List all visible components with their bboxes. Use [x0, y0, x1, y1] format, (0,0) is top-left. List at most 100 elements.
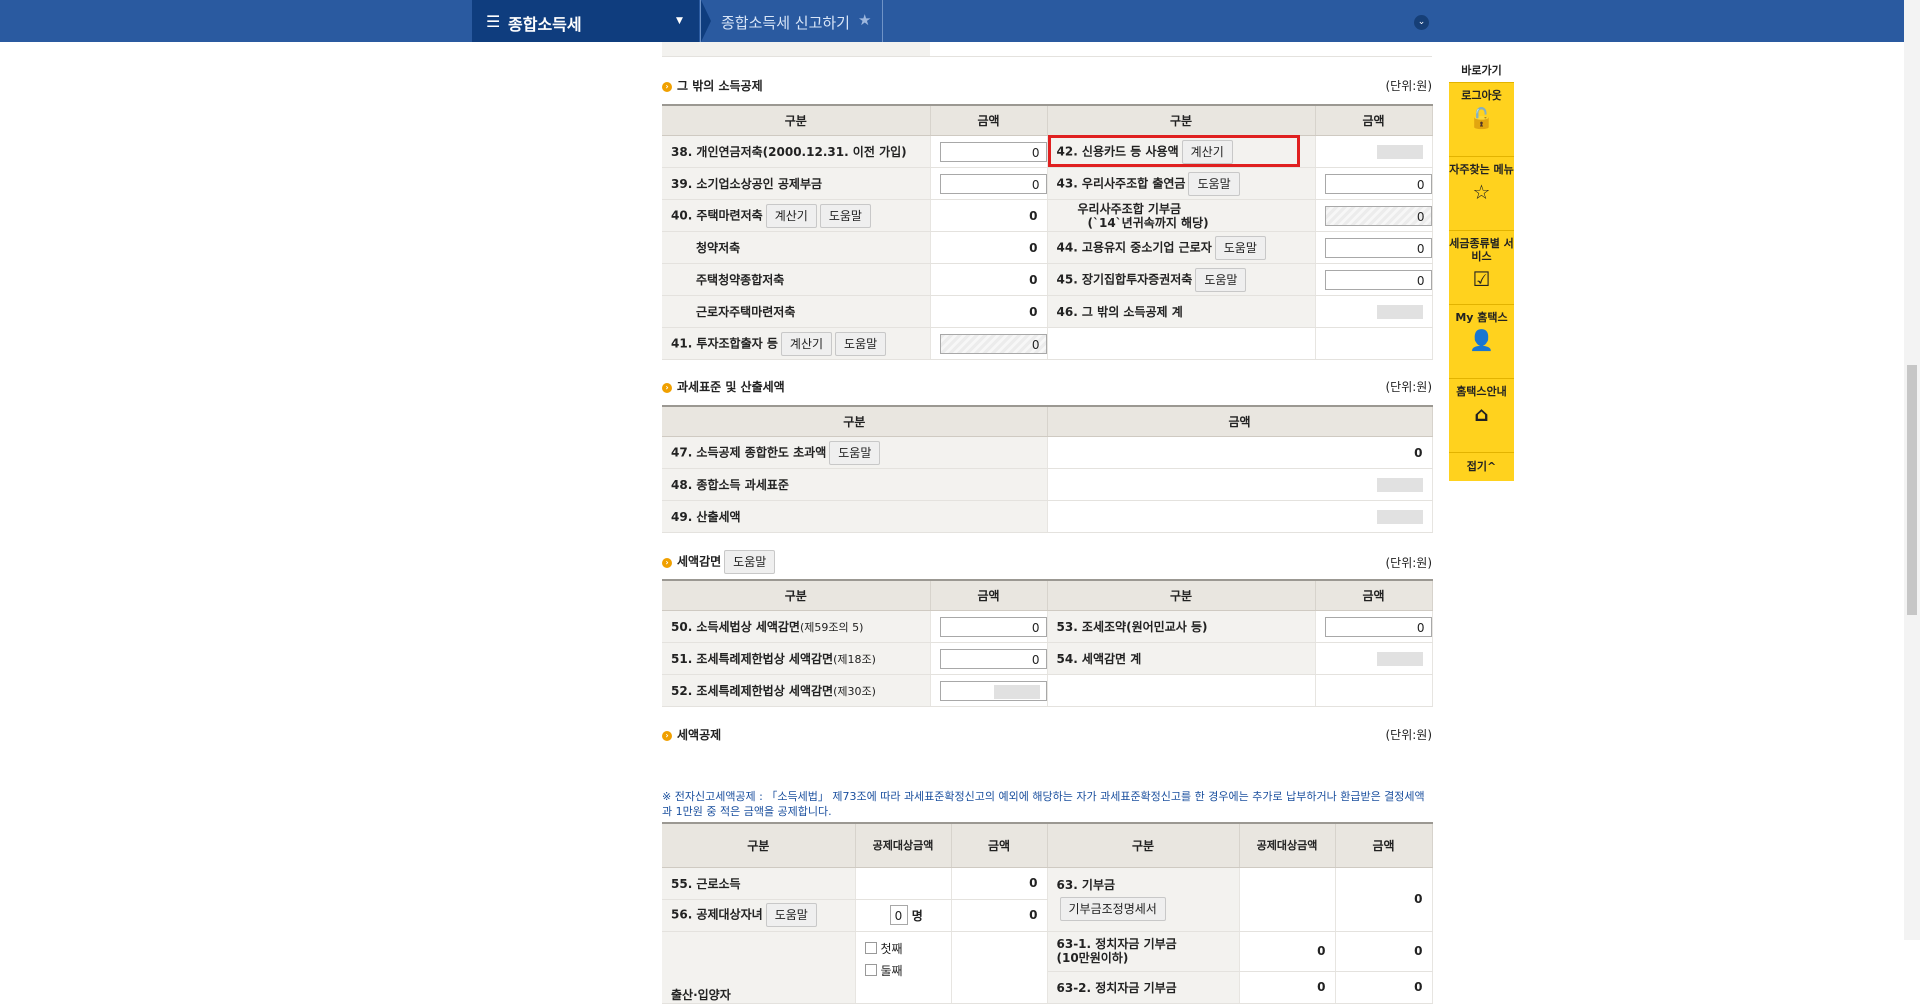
- row-43-help-button[interactable]: 도움말: [1188, 171, 1240, 196]
- row-50-label: 50. 소득세법상 세액감면: [671, 620, 800, 634]
- income-tax-reduction-input[interactable]: 0: [939, 616, 1047, 637]
- row-46-label: 46. 그 밖의 소득공제 계: [1047, 295, 1316, 328]
- row-41-label: 41. 투자조합출자 등: [671, 336, 778, 350]
- employment-sme-input[interactable]: 0: [1324, 237, 1432, 258]
- row-44-help-button[interactable]: 도움말: [1214, 235, 1266, 260]
- tax-reduction-help-button[interactable]: 도움말: [724, 550, 776, 574]
- star-icon: ☆: [1472, 180, 1491, 204]
- tax-reduction-total: [1376, 651, 1423, 666]
- row-41-help-button[interactable]: 도움말: [835, 331, 887, 356]
- tax-base-amount: [1376, 477, 1423, 492]
- favorite-star-icon[interactable]: ★: [858, 11, 871, 29]
- row-63-2-label: 63-2. 정치자금 기부금: [1047, 971, 1240, 1004]
- row-56-label: 56. 공제대상자녀: [671, 907, 763, 922]
- row-41-calculator-button[interactable]: 계산기: [780, 331, 833, 356]
- row-54-label: 54. 세액감면 계: [1047, 642, 1316, 675]
- electronic-filing-note: ※ 전자신고세액공제 : 「소득세법」 제73조에 따라 과세표준확정신고의 예…: [662, 790, 1425, 818]
- row-63-label: 63. 기부금: [1056, 877, 1116, 892]
- row-subscription-label: 청약저축: [662, 231, 931, 264]
- credit-card-amount: [1376, 144, 1423, 159]
- row-51-label: 51. 조세특례제한법상 세액감면: [671, 652, 834, 666]
- row-40-amount: 0: [930, 199, 1048, 232]
- unlock-icon: 🔓: [1469, 106, 1494, 130]
- quick-links-title: 바로가기: [1461, 64, 1502, 77]
- section-title-other-deductions: › 그 밖의 소득공제: [662, 77, 763, 94]
- section-title-tax-base: › 과세표준 및 산출세액: [662, 378, 785, 395]
- small-business-input[interactable]: 0: [939, 173, 1047, 194]
- row-57-label: 출산·입양자: [662, 931, 856, 1004]
- row-52-label: 52. 조세특례제한법상 세액감면: [671, 684, 834, 698]
- tax-credit-table: 구분 공제대상금액 금액 구분 공제대상금액 금액 55. 근로소득 0 63. 기부금 기…: [662, 822, 1433, 1004]
- logout-link[interactable]: 로그아웃 🔓: [1449, 82, 1514, 156]
- row-housing-subscription-label: 주택청약종합저축: [662, 263, 931, 296]
- stock-donation-label: 우리사주조합 기부금: [1077, 201, 1182, 216]
- row-63-amount: 0: [1335, 867, 1433, 932]
- row-43-label: 43. 우리사주조합 출연금: [1056, 176, 1186, 190]
- row-44-label: 44. 고용유지 중소기업 근로자: [1056, 240, 1212, 254]
- first-child-checkbox[interactable]: [864, 941, 877, 954]
- row-47-label: 47. 소득공제 종합한도 초과액: [671, 445, 827, 459]
- personal-pension-input[interactable]: 0: [939, 141, 1047, 162]
- scrollbar[interactable]: [1904, 0, 1920, 940]
- unit-label: (단위:원): [1385, 728, 1432, 742]
- hometax-guide-link[interactable]: 홈택스안내 ⌂: [1449, 378, 1514, 452]
- row-56-help-button[interactable]: 도움말: [765, 903, 817, 927]
- second-child-checkbox[interactable]: [864, 963, 877, 976]
- other-deduction-total: [1376, 304, 1423, 319]
- row-40-help-button[interactable]: 도움말: [819, 203, 871, 228]
- row-47-help-button[interactable]: 도움말: [829, 440, 881, 465]
- row-40-calculator-button[interactable]: 계산기: [765, 203, 817, 228]
- person-icon: 👤: [1469, 328, 1494, 352]
- breadcrumb: 종합소득세 신고하기 ★: [700, 0, 883, 42]
- row-45-help-button[interactable]: 도움말: [1195, 267, 1247, 292]
- row-48-label: 48. 종합소득 과세표준: [662, 468, 1048, 501]
- home-icon: ⌂: [1474, 402, 1489, 426]
- row-63-1-label: 63-1. 정치자금 기부금: [1056, 937, 1177, 951]
- row-53-label: 53. 조세조약(원어민교사 등): [1047, 610, 1316, 643]
- fold-button[interactable]: 접기^: [1449, 452, 1514, 481]
- section-title-tax-reduction: › 세액감면 도움말: [662, 550, 776, 574]
- donation-statement-button[interactable]: 기부금조정명세서: [1059, 896, 1166, 921]
- checkbox-icon: ☑: [1472, 267, 1491, 291]
- unit-label: (단위:원): [1385, 79, 1432, 93]
- row-49-label: 49. 산출세액: [662, 500, 1048, 533]
- stock-donation-input: 0: [1324, 205, 1432, 226]
- tax-base-table: 구분 금액 47. 소득공제 종합한도 초과액 도움말 0 48. 종합소득 과세표…: [662, 405, 1433, 533]
- tax-reduction-table: 구분 금액 구분 금액 50. 소득세법상 세액감면(제59조의 5) 0 53. 조…: [662, 579, 1433, 707]
- row-38-label: 38. 개인연금저축(2000.12.31. 이전 가입): [662, 135, 931, 168]
- row-housing-subscription-amount: 0: [930, 263, 1048, 296]
- row-subscription-amount: 0: [930, 231, 1048, 264]
- favorite-menu-link[interactable]: 자주찾는 메뉴 ☆: [1449, 156, 1514, 230]
- calculated-tax-amount: [1376, 509, 1423, 524]
- unit-label: (단위:원): [1385, 556, 1432, 570]
- main-menu[interactable]: ☰ 종합소득세 ▼: [472, 0, 699, 42]
- my-hometax-link[interactable]: My 홈택스 👤: [1449, 304, 1514, 378]
- tax-treaty-input[interactable]: 0: [1324, 616, 1432, 637]
- row-40-label: 40. 주택마련저축: [671, 208, 763, 222]
- special-reduction-18-input[interactable]: 0: [939, 648, 1047, 669]
- child-count-input[interactable]: 0: [889, 905, 908, 925]
- breadcrumb-current[interactable]: 종합소득세 신고하기: [721, 12, 850, 33]
- top-navigation-bar: ☰ 종합소득세 ▼ 종합소득세 신고하기 ★ ⌄: [0, 0, 1904, 42]
- row-55-amount: 0: [951, 867, 1048, 900]
- dropdown-arrow-icon[interactable]: ▼: [676, 16, 683, 26]
- row-47-amount: 0: [1047, 436, 1433, 469]
- stock-donation-note: (`14`년귀속까지 해당): [1087, 215, 1209, 230]
- row-39-label: 39. 소기업소상공인 공제부금: [662, 167, 931, 200]
- hamburger-icon[interactable]: ☰: [486, 12, 500, 31]
- expand-chevron-icon[interactable]: ⌄: [1414, 15, 1429, 30]
- employee-stock-input[interactable]: 0: [1324, 173, 1432, 194]
- investment-union-input: 0: [939, 333, 1047, 354]
- row-56-amount: 0: [951, 899, 1048, 932]
- row-worker-housing-label: 근로자주택마련저축: [662, 295, 931, 328]
- quick-links-panel: 바로가기 로그아웃 🔓 자주찾는 메뉴 ☆ 세금종류별 서비스 ☑ My 홈택스 👤 홈…: [1449, 60, 1514, 481]
- long-term-fund-input[interactable]: 0: [1324, 269, 1432, 290]
- unit-label: (단위:원): [1385, 380, 1432, 394]
- scrollbar-thumb[interactable]: [1907, 365, 1917, 615]
- special-reduction-30-input[interactable]: [939, 680, 1047, 701]
- section-title-tax-credit: › 세액공제: [662, 726, 721, 743]
- row-45-label: 45. 장기집합투자증권저축: [1056, 272, 1193, 286]
- tax-service-link[interactable]: 세금종류별 서비스 ☑: [1449, 230, 1514, 304]
- menu-label: 종합소득세: [508, 15, 582, 34]
- highlight-box: [1048, 135, 1300, 167]
